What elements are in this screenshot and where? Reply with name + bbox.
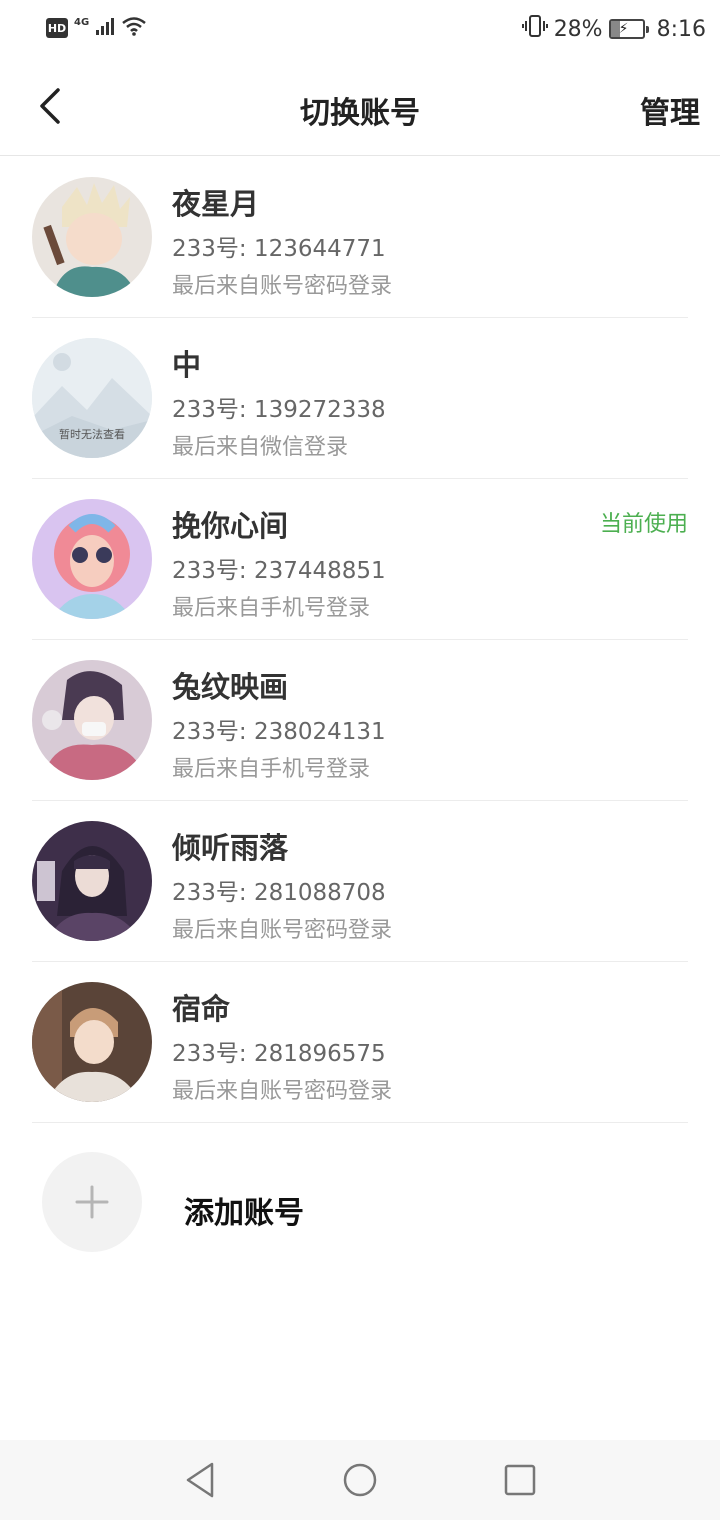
account-name: 中 — [172, 348, 202, 382]
status-left: HD 4G — [46, 16, 147, 40]
account-id: 233号: 123644771 — [172, 236, 386, 262]
plus-icon — [75, 1185, 109, 1219]
status-right: 28% ⚡ 8:16 — [521, 14, 706, 44]
vibrate-icon — [521, 14, 548, 44]
account-login-method: 最后来自账号密码登录 — [172, 918, 393, 943]
avatar-placeholder-label: 暂时无法查看 — [59, 428, 125, 441]
nav-recents-button[interactable] — [498, 1458, 542, 1502]
avatar — [32, 660, 152, 780]
nav-back-button[interactable] — [178, 1458, 222, 1502]
back-triangle-icon — [186, 1462, 214, 1498]
account-name: 夜星月 — [172, 187, 260, 221]
account-name: 兔纹映画 — [172, 670, 289, 704]
status-bar: HD 4G 28% ⚡ 8:16 — [0, 0, 720, 58]
account-id: 233号: 281896575 — [172, 1041, 386, 1067]
account-name: 宿命 — [172, 992, 231, 1026]
page-title: 切换账号 — [300, 96, 420, 131]
account-login-method: 最后来自账号密码登录 — [172, 274, 393, 299]
avatar — [32, 982, 152, 1102]
avatar — [32, 499, 152, 619]
nav-home-button[interactable] — [338, 1458, 382, 1502]
wifi-icon — [121, 16, 147, 40]
account-item[interactable]: 宿命 233号: 281896575 最后来自账号密码登录 — [32, 962, 688, 1123]
clock: 8:16 — [656, 16, 706, 42]
account-login-method: 最后来自手机号登录 — [172, 757, 371, 782]
avatar — [32, 821, 152, 941]
hd-badge: HD — [46, 18, 68, 38]
account-id: 233号: 281088708 — [172, 880, 386, 906]
account-item[interactable]: 夜星月 233号: 123644771 最后来自账号密码登录 — [32, 157, 688, 318]
manage-button[interactable]: 管理 — [640, 88, 700, 132]
system-nav-bar — [0, 1440, 720, 1520]
avatar-placeholder: 暂时无法查看 — [32, 338, 152, 458]
network-label: 4G — [74, 16, 90, 28]
account-login-method: 最后来自账号密码登录 — [172, 1079, 393, 1104]
account-item[interactable]: 兔纹映画 233号: 238024131 最后来自手机号登录 — [32, 640, 688, 801]
add-account-button[interactable]: 添加账号 — [42, 1152, 682, 1252]
charging-icon: ⚡ — [618, 21, 629, 37]
add-account-label: 添加账号 — [184, 1196, 304, 1231]
account-item[interactable]: 挽你心间 233号: 237448851 最后来自手机号登录 当前使用 — [32, 479, 688, 640]
account-id: 233号: 238024131 — [172, 719, 386, 745]
account-login-method: 最后来自手机号登录 — [172, 596, 371, 621]
battery-percent: 28% — [553, 16, 603, 42]
account-item[interactable]: 暂时无法查看 中 233号: 139272338 最后来自微信登录 — [32, 318, 688, 479]
account-login-method: 最后来自微信登录 — [172, 435, 349, 460]
account-list: 夜星月 233号: 123644771 最后来自账号密码登录 暂时无法查看 中 … — [0, 157, 720, 1123]
account-name: 倾听雨落 — [172, 831, 289, 865]
account-item[interactable]: 倾听雨落 233号: 281088708 最后来自账号密码登录 — [32, 801, 688, 962]
header: 切换账号 管理 — [0, 58, 720, 156]
current-badge: 当前使用 — [599, 512, 688, 537]
avatar — [32, 177, 152, 297]
signal-icon — [95, 16, 115, 40]
account-name: 挽你心间 — [172, 509, 289, 543]
account-id: 233号: 139272338 — [172, 397, 386, 423]
account-id: 233号: 237448851 — [172, 558, 386, 584]
recents-square-icon — [504, 1464, 536, 1496]
battery-icon: ⚡ — [608, 19, 649, 39]
home-circle-icon — [343, 1463, 377, 1497]
add-account-circle — [42, 1152, 142, 1252]
